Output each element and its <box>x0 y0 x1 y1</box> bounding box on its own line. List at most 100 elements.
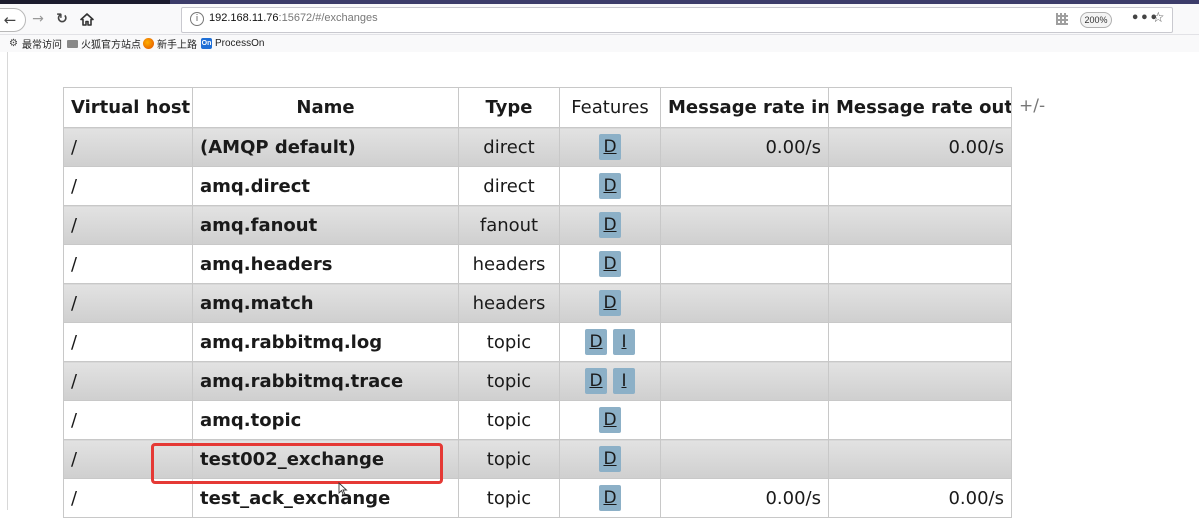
cell-exchange-name[interactable]: amq.match <box>192 283 459 323</box>
cell-virtual-host: / <box>63 127 193 167</box>
url-text[interactable]: 192.168.11.76:15672/#/exchanges <box>209 12 378 24</box>
cell-virtual-host: / <box>63 439 193 479</box>
cell-virtual-host: / <box>63 205 193 245</box>
cell-rate-out <box>828 244 1012 284</box>
cell-type: topic <box>458 478 560 518</box>
cell-type: headers <box>458 283 560 323</box>
cell-type: topic <box>458 400 560 440</box>
cell-exchange-name[interactable]: test002_exchange <box>192 439 459 479</box>
url-path: :15672/#/exchanges <box>278 12 378 24</box>
cell-rate-in: 0.00/s <box>660 127 829 167</box>
cell-type: topic <box>458 322 560 362</box>
feature-durable-tag: D <box>599 485 621 511</box>
qr-code-icon[interactable] <box>1056 13 1068 25</box>
cell-features: D <box>559 166 661 206</box>
feature-durable-tag: D <box>599 290 621 316</box>
table-row[interactable]: / amq.rabbitmq.log topic D I <box>63 322 1012 362</box>
bookmark-firefox-site[interactable]: 火狐官方站点 <box>67 36 141 51</box>
cell-features: D <box>559 439 661 479</box>
toggle-columns-button[interactable]: +/- <box>1019 96 1045 116</box>
cell-virtual-host: / <box>63 322 193 362</box>
bookmark-label: ProcessOn <box>215 37 265 49</box>
cell-rate-out <box>828 166 1012 206</box>
feature-durable-tag: D <box>585 329 607 355</box>
home-icon[interactable] <box>78 8 96 30</box>
cell-virtual-host: / <box>63 244 193 284</box>
cell-rate-in <box>660 439 829 479</box>
bookmark-star-icon[interactable]: ☆ <box>1152 10 1165 26</box>
cell-exchange-name[interactable]: amq.headers <box>192 244 459 284</box>
cell-exchange-name[interactable]: amq.fanout <box>192 205 459 245</box>
table-row[interactable]: / test_ack_exchange topic D 0.00/s 0.00/s <box>63 478 1012 518</box>
gear-icon: ⚙ <box>9 37 18 49</box>
cell-type: direct <box>458 166 560 206</box>
back-arrow-icon[interactable]: ← <box>0 8 26 32</box>
cell-rate-in <box>660 283 829 323</box>
col-header-features: Features <box>559 87 661 128</box>
cell-virtual-host: / <box>63 400 193 440</box>
bookmark-processon[interactable]: On ProcessOn <box>201 36 264 50</box>
cell-type: headers <box>458 244 560 284</box>
col-header-name[interactable]: Name <box>192 87 459 128</box>
cell-rate-out: 0.00/s <box>828 127 1012 167</box>
cell-rate-out: 0.00/s <box>828 478 1012 518</box>
forward-arrow-icon[interactable]: → <box>28 8 48 30</box>
cell-exchange-name[interactable]: (AMQP default) <box>192 127 459 167</box>
firefox-icon <box>143 37 154 49</box>
table-header-row: Virtual host Name Type Features Message … <box>63 87 1012 128</box>
table-row[interactable]: / amq.fanout fanout D <box>63 205 1012 245</box>
col-header-rate-in[interactable]: Message rate in <box>660 87 829 128</box>
cell-rate-out <box>828 400 1012 440</box>
cell-rate-in <box>660 361 829 401</box>
table-row[interactable]: / amq.headers headers D <box>63 244 1012 284</box>
url-bar[interactable]: i 192.168.11.76:15672/#/exchanges 200% <box>181 7 1173 33</box>
cell-type: topic <box>458 361 560 401</box>
cell-features: D <box>559 244 661 284</box>
cell-virtual-host: / <box>63 478 193 518</box>
cell-rate-out <box>828 205 1012 245</box>
cell-features: D <box>559 205 661 245</box>
table-row[interactable]: / amq.rabbitmq.trace topic D I <box>63 361 1012 401</box>
cell-rate-out <box>828 361 1012 401</box>
cell-exchange-name[interactable]: amq.rabbitmq.trace <box>192 361 459 401</box>
feature-durable-tag: D <box>599 134 621 160</box>
cell-rate-in <box>660 205 829 245</box>
cell-rate-in: 0.00/s <box>660 478 829 518</box>
cell-features: D <box>559 400 661 440</box>
cell-exchange-name[interactable]: amq.rabbitmq.log <box>192 322 459 362</box>
bookmark-most-visited[interactable]: ⚙ 最常访问 <box>8 36 62 51</box>
cell-rate-in <box>660 322 829 362</box>
table-row[interactable]: / test002_exchange topic D <box>63 439 1012 479</box>
col-header-virtual-host[interactable]: Virtual host <box>63 87 193 128</box>
table-row[interactable]: / amq.topic topic D <box>63 400 1012 440</box>
cell-features: D <box>559 283 661 323</box>
bookmark-getting-started[interactable]: 新手上路 <box>143 36 197 51</box>
site-info-icon[interactable]: i <box>190 12 204 26</box>
table-row[interactable]: / amq.direct direct D <box>63 166 1012 206</box>
zoom-level-button[interactable]: 200% <box>1080 12 1112 28</box>
cell-rate-in <box>660 244 829 284</box>
bookmark-label: 最常访问 <box>22 39 62 51</box>
cell-rate-out <box>828 322 1012 362</box>
col-header-rate-out[interactable]: Message rate out <box>828 87 1012 128</box>
cell-rate-out <box>828 439 1012 479</box>
cell-exchange-name[interactable]: test_ack_exchange <box>192 478 459 518</box>
table-row[interactable]: / amq.match headers D <box>63 283 1012 323</box>
cell-type: fanout <box>458 205 560 245</box>
feature-durable-tag: D <box>599 251 621 277</box>
exchanges-table: Virtual host Name Type Features Message … <box>63 87 1012 518</box>
processon-icon: On <box>201 37 212 49</box>
reload-icon[interactable]: ↻ <box>52 8 72 30</box>
cell-exchange-name[interactable]: amq.topic <box>192 400 459 440</box>
cell-rate-in <box>660 166 829 206</box>
bookmark-label: 火狐官方站点 <box>81 39 141 51</box>
col-header-type[interactable]: Type <box>458 87 560 128</box>
table-row[interactable]: / (AMQP default) direct D 0.00/s 0.00/s <box>63 127 1012 167</box>
feature-durable-tag: D <box>599 407 621 433</box>
feature-durable-tag: D <box>599 173 621 199</box>
cell-rate-in <box>660 400 829 440</box>
cell-exchange-name[interactable]: amq.direct <box>192 166 459 206</box>
cell-features: D <box>559 127 661 167</box>
cell-type: direct <box>458 127 560 167</box>
cell-virtual-host: / <box>63 283 193 323</box>
